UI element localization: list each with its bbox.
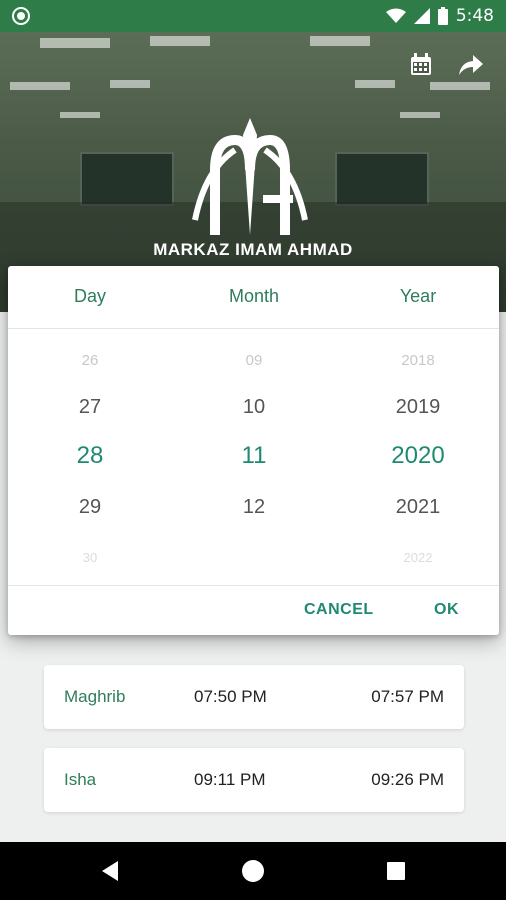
picker-header: Day Month Year [8,266,499,329]
year-option[interactable]: 2022 [338,550,498,565]
month-option[interactable]: 12 [174,496,334,519]
notification-icon [12,7,30,25]
prayer-iqamah-time: 07:57 PM [371,687,444,706]
column-month-label: Month [228,286,280,306]
wifi-icon [385,8,406,23]
status-time: 5:48 [455,6,494,26]
home-icon[interactable] [238,856,268,886]
logo-icon [192,118,308,235]
ceiling-light [355,80,395,88]
wall-board [335,152,429,206]
month-option[interactable]: 10 [174,396,334,419]
day-selected[interactable]: 28 [10,442,170,470]
day-option[interactable]: 27 [10,396,170,419]
prayer-start-time: 07:50 PM [194,687,267,706]
day-option[interactable]: 30 [10,550,170,565]
ceiling-light [110,80,150,88]
calendar-icon[interactable] [408,52,434,78]
ceiling-light [150,36,210,46]
ceiling-light [60,112,100,118]
month-option[interactable]: 09 [174,352,334,369]
ceiling-light [10,82,70,90]
ceiling-light [40,38,110,48]
month-selected[interactable]: 11 [174,442,334,470]
ceiling-light [400,112,440,118]
recents-icon[interactable] [381,856,411,886]
signal-icon [413,8,430,24]
year-option[interactable]: 2018 [338,352,498,369]
cancel-button[interactable]: CANCEL [304,601,374,619]
status-bar: 5:48 [0,0,506,32]
prayer-name: Maghrib [64,687,126,706]
column-year-label: Year [399,286,437,306]
picker-footer: CANCEL OK [8,585,499,636]
day-picker[interactable]: 26 27 28 29 30 [10,328,170,586]
battery-icon [437,7,448,25]
day-option[interactable]: 29 [10,496,170,519]
year-option[interactable]: 2021 [338,496,498,519]
prayer-start-time: 09:11 PM [194,770,266,789]
prayer-iqamah-time: 09:26 PM [371,770,444,789]
logo-text: MARKAZ IMAM AHMAD [153,240,353,259]
month-picker[interactable]: 09 10 11 12 [174,328,334,586]
day-option[interactable]: 26 [10,352,170,369]
ceiling-light [430,82,490,90]
list-item[interactable]: Isha 09:11 PM 09:26 PM [44,748,464,812]
wall-board [80,152,174,206]
back-icon[interactable] [96,856,126,886]
prayer-name: Isha [64,770,97,789]
ok-button[interactable]: OK [434,601,459,619]
ceiling-light [310,36,370,46]
year-selected[interactable]: 2020 [338,442,498,470]
year-option[interactable]: 2019 [338,396,498,419]
date-picker-dialog: Day Month Year 26 27 28 29 30 09 10 11 1… [8,266,499,635]
year-picker[interactable]: 2018 2019 2020 2021 2022 [338,328,498,586]
share-icon[interactable] [458,52,484,78]
navigation-bar [0,842,506,900]
list-item[interactable]: Maghrib 07:50 PM 07:57 PM [44,665,464,729]
column-day-label: Day [73,286,106,306]
